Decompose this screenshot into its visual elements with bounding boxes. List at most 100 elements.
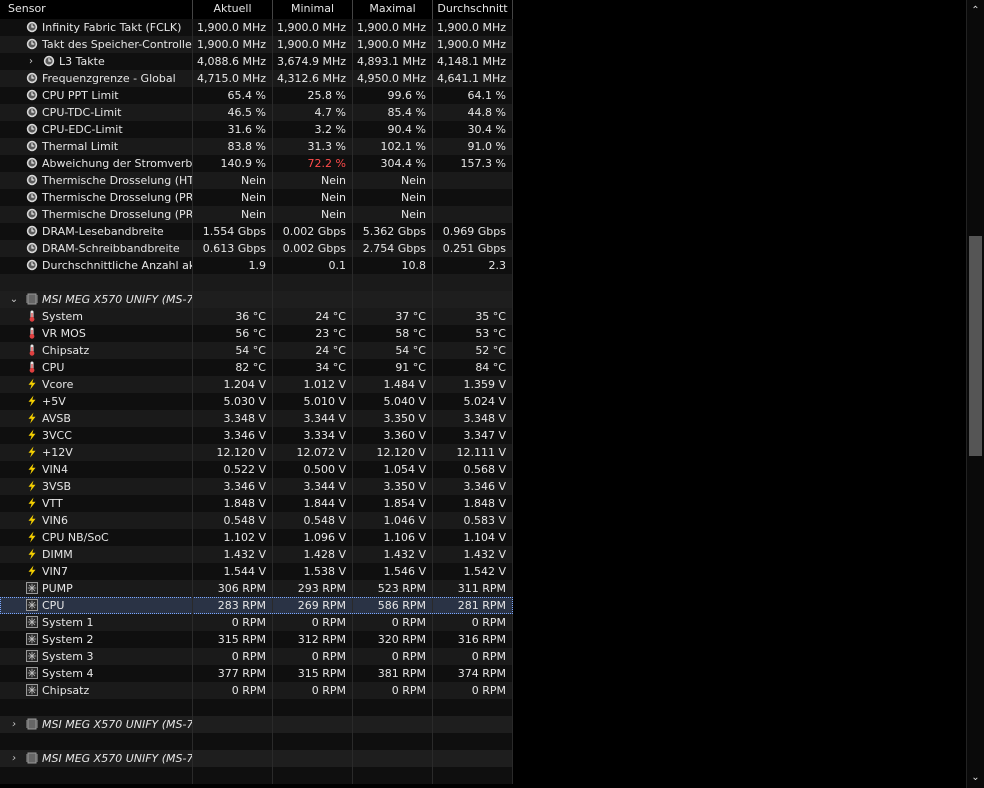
sensor-cell: DIMM <box>0 546 193 563</box>
sensor-cell: System 3 <box>0 648 193 665</box>
value-max: 1.546 V <box>353 563 433 580</box>
sensor-row[interactable]: CPU-TDC-Limit 46.5 % 4.7 % 85.4 % 44.8 % <box>0 104 513 121</box>
sensor-row[interactable]: Chipsatz 0 RPM 0 RPM 0 RPM 0 RPM <box>0 682 513 699</box>
value-max <box>353 291 433 308</box>
value-avg: 4,641.1 MHz <box>433 70 513 87</box>
sensor-row[interactable]: VIN4 0.522 V 0.500 V 1.054 V 0.568 V <box>0 461 513 478</box>
sensor-label: DRAM-Lesebandbreite <box>42 225 164 238</box>
value-current: 377 RPM <box>193 665 273 682</box>
sensor-row[interactable]: Abweichung der Stromverbr… 140.9 % 72.2 % 3… <box>0 155 513 172</box>
sensor-row[interactable]: CPU 283 RPM 269 RPM 586 RPM 281 RPM <box>0 597 513 614</box>
chevron-up-icon[interactable]: ⌃ <box>967 2 984 19</box>
value-current: 65.4 % <box>193 87 273 104</box>
sensor-row[interactable]: › L3 Takte 4,088.6 MHz 3,674.9 MHz 4,893.1 M… <box>0 53 513 70</box>
chevron-down-icon[interactable]: ⌄ <box>967 769 984 786</box>
sensor-row[interactable]: VIN7 1.544 V 1.538 V 1.546 V 1.542 V <box>0 563 513 580</box>
sensor-row[interactable]: Frequenzgrenze - Global 4,715.0 MHz 4,312.… <box>0 70 513 87</box>
chevron-right-icon[interactable]: › <box>9 750 19 767</box>
sensor-row[interactable]: +5V 5.030 V 5.010 V 5.040 V 5.024 V <box>0 393 513 410</box>
column-header-min[interactable]: Minimal <box>273 0 353 19</box>
sensor-row[interactable]: Durchschnittliche Anzahl akt…1.90.110.82… <box>0 257 513 274</box>
value-min: 312 RPM <box>273 631 353 648</box>
chevron-right-icon[interactable]: › <box>26 53 36 70</box>
fan-icon <box>26 582 38 594</box>
sensor-row[interactable]: CPU 82 °C 34 °C 91 °C 84 °C <box>0 359 513 376</box>
sensor-row[interactable]: Thermal Limit 83.8 % 31.3 % 102.1 % 91.0 % <box>0 138 513 155</box>
sensor-row[interactable]: DIMM 1.432 V 1.428 V 1.432 V 1.432 V <box>0 546 513 563</box>
column-header-avg[interactable]: Durchschnitt <box>433 0 513 19</box>
sensor-row[interactable]: DRAM-Schreibbandbreite 0.613 Gbps 0.002 Gb… <box>0 240 513 257</box>
value-min <box>273 274 353 291</box>
value-current: 12.120 V <box>193 444 273 461</box>
sensor-row[interactable]: System 36 °C 24 °C 37 °C 35 °C <box>0 308 513 325</box>
value-max <box>353 750 433 767</box>
sensor-row[interactable]: VIN6 0.548 V 0.548 V 1.046 V 0.583 V <box>0 512 513 529</box>
sensor-label: 3VSB <box>42 480 72 493</box>
sensor-cell: Chipsatz <box>0 342 193 359</box>
value-min: 1.012 V <box>273 376 353 393</box>
clock-icon <box>26 72 38 84</box>
value-min <box>273 291 353 308</box>
sensor-group-row[interactable]: › MSI MEG X570 UNIFY (MS-7… <box>0 716 513 733</box>
value-min: 1.538 V <box>273 563 353 580</box>
column-header-max[interactable]: Maximal <box>353 0 433 19</box>
sensor-group-row[interactable]: › MSI MEG X570 UNIFY (MS-7… <box>0 750 513 767</box>
lightning-bolt-icon <box>26 480 38 492</box>
sensor-label: VIN4 <box>42 463 68 476</box>
value-avg <box>433 172 513 189</box>
value-max: 3.350 V <box>353 410 433 427</box>
value-current: 4,715.0 MHz <box>193 70 273 87</box>
sensor-row[interactable]: Chipsatz 54 °C 24 °C 54 °C 52 °C <box>0 342 513 359</box>
value-current: 1.204 V <box>193 376 273 393</box>
value-current <box>193 716 273 733</box>
value-max <box>353 716 433 733</box>
chevron-down-icon[interactable]: ⌄ <box>9 291 19 308</box>
value-avg <box>433 716 513 733</box>
sensor-row[interactable]: VR MOS 56 °C 23 °C 58 °C 53 °C <box>0 325 513 342</box>
sensor-row[interactable]: Thermische Drosselung (PR… Nein Nein Nein <box>0 206 513 223</box>
sensor-row[interactable]: CPU PPT Limit 65.4 % 25.8 % 99.6 % 64.1 % <box>0 87 513 104</box>
sensor-label: VIN7 <box>42 565 68 578</box>
value-current: 1.432 V <box>193 546 273 563</box>
sensor-row[interactable]: Thermische Drosselung (PR… Nein Nein Nein <box>0 189 513 206</box>
sensor-row[interactable]: Vcore 1.204 V 1.012 V 1.484 V 1.359 V <box>0 376 513 393</box>
sensor-row[interactable]: Infinity Fabric Takt (FCLK) 1,900.0 MHz 1,… <box>0 19 513 36</box>
sensor-row[interactable]: 3VCC 3.346 V 3.334 V 3.360 V 3.347 V <box>0 427 513 444</box>
sensor-label: System 1 <box>42 616 94 629</box>
sensor-row[interactable]: AVSB 3.348 V 3.344 V 3.350 V 3.348 V <box>0 410 513 427</box>
scrollbar-thumb[interactable] <box>969 236 982 456</box>
sensor-row[interactable]: Takt des Speicher-Controlle… 1,900.0 MHz 1… <box>0 36 513 53</box>
sensor-group-row[interactable]: ⌄ MSI MEG X570 UNIFY (MS-7… <box>0 291 513 308</box>
sensor-row[interactable]: CPU NB/SoC 1.102 V 1.096 V 1.106 V 1.104 V <box>0 529 513 546</box>
sensor-row[interactable]: +12V 12.120 V 12.072 V 12.120 V 12.111 V <box>0 444 513 461</box>
value-current: 54 °C <box>193 342 273 359</box>
sensor-cell: VR MOS <box>0 325 193 342</box>
value-current: 0 RPM <box>193 682 273 699</box>
sensor-row[interactable]: VTT 1.848 V 1.844 V 1.854 V 1.848 V <box>0 495 513 512</box>
value-current: 1.102 V <box>193 529 273 546</box>
vertical-scrollbar[interactable]: ⌃ ⌄ <box>966 0 984 788</box>
thermometer-icon <box>26 344 38 356</box>
sensor-row[interactable]: CPU-EDC-Limit 31.6 % 3.2 % 90.4 % 30.4 % <box>0 121 513 138</box>
sensor-row[interactable]: System 2 315 RPM 312 RPM 320 RPM 316 RPM <box>0 631 513 648</box>
sensor-row[interactable]: PUMP 306 RPM 293 RPM 523 RPM 311 RPM <box>0 580 513 597</box>
sensor-cell: Thermische Drosselung (PR… <box>0 189 193 206</box>
sensor-row[interactable]: Thermische Drosselung (HTC) Nein Nein Nein <box>0 172 513 189</box>
sensor-row[interactable]: DRAM-Lesebandbreite 1.554 Gbps 0.002 Gbps 5… <box>0 223 513 240</box>
clock-icon <box>26 157 38 169</box>
column-header-sensor[interactable]: Sensor <box>0 0 193 19</box>
value-min: 0.002 Gbps <box>273 240 353 257</box>
sensor-row[interactable]: 3VSB 3.346 V 3.344 V 3.350 V 3.346 V <box>0 478 513 495</box>
value-avg <box>433 733 513 750</box>
column-header-current[interactable]: Aktuell <box>193 0 273 19</box>
sensor-label: Thermal Limit <box>42 140 119 153</box>
sensor-row[interactable]: System 30 RPM 0 RPM 0 RPM 0 RPM <box>0 648 513 665</box>
chevron-right-icon[interactable]: › <box>9 716 19 733</box>
thermometer-icon <box>26 310 38 322</box>
chip-icon <box>26 718 38 730</box>
clock-icon <box>26 225 38 237</box>
sensor-row[interactable]: System 10 RPM 0 RPM 0 RPM 0 RPM <box>0 614 513 631</box>
sensor-row[interactable]: System 4 377 RPM 315 RPM 381 RPM 374 RPM <box>0 665 513 682</box>
value-max: 304.4 % <box>353 155 433 172</box>
sensor-cell: Vcore <box>0 376 193 393</box>
